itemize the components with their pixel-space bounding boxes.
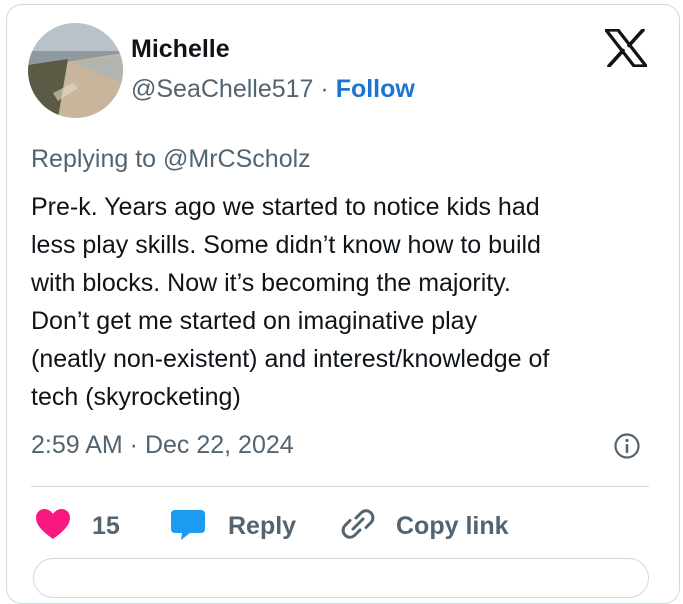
tweet-text-line: tech (skyrocketing) — [31, 383, 241, 411]
follow-button[interactable]: Follow — [336, 75, 415, 103]
link-icon — [340, 506, 376, 547]
speech-bubble-icon — [170, 507, 206, 546]
reply-label: Reply — [228, 511, 297, 540]
tweet-timestamp[interactable]: 2:59 AM · Dec 22, 2024 — [31, 431, 294, 460]
like-button[interactable]: 15 — [35, 506, 120, 546]
divider — [31, 486, 649, 487]
handle-separator: · — [320, 75, 329, 103]
like-count: 15 — [92, 511, 120, 540]
replying-to: Replying to @MrCScholz — [31, 145, 311, 174]
tweet-text-line: with blocks. Now it’s becoming the major… — [31, 269, 511, 297]
heart-icon — [35, 508, 71, 545]
reply-button[interactable]: Reply — [170, 506, 296, 546]
avatar[interactable] — [28, 23, 123, 118]
x-logo-icon[interactable] — [604, 28, 648, 68]
replying-to-handle[interactable]: @MrCScholz — [163, 145, 311, 173]
author-display-name[interactable]: Michelle — [131, 35, 230, 64]
info-icon[interactable] — [613, 432, 641, 460]
copy-link-label: Copy link — [396, 511, 509, 540]
tweet-text: Pre-k. Years ago we started to notice ki… — [31, 188, 656, 416]
author-handle[interactable]: @SeaChelle517 — [131, 75, 313, 103]
tweet-text-line: Don’t get me started on imaginative play — [31, 307, 478, 335]
replying-to-label: Replying to — [31, 145, 157, 173]
tweet-text-line: (neatly non-existent) and interest/knowl… — [31, 345, 550, 373]
author-handle-row: @SeaChelle517 · Follow — [131, 75, 415, 104]
tweet-text-line: Pre-k. Years ago we started to notice ki… — [31, 193, 540, 221]
read-replies-button[interactable] — [33, 558, 649, 598]
copy-link-button[interactable]: Copy link — [340, 506, 509, 546]
tweet-text-line: less play skills. Some didn’t know how t… — [31, 231, 541, 259]
